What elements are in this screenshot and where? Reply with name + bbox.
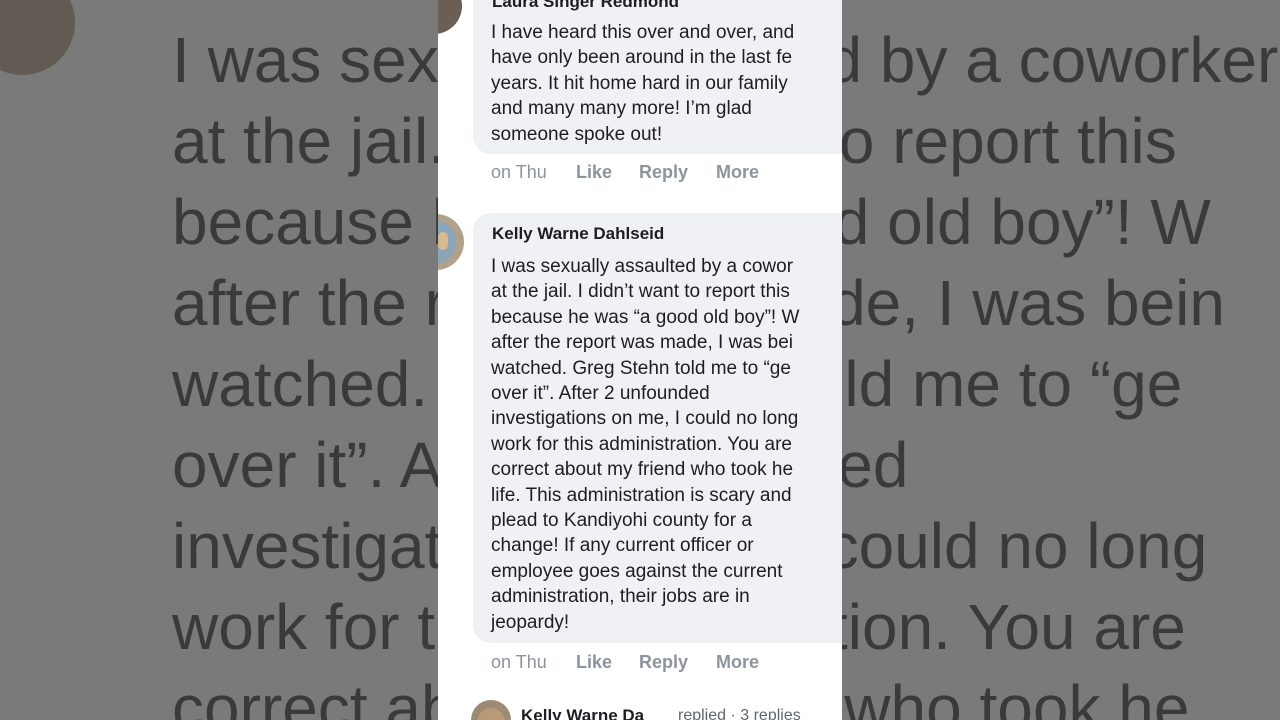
comment-line: work for this administration. You are [491,433,792,455]
avatar[interactable] [438,214,464,270]
reply-button[interactable]: Reply [639,162,716,183]
comment-author[interactable]: Kelly Warne Dahlseid [492,224,664,244]
comment-line: at the jail. I didn’t want to report thi… [491,281,790,303]
like-button[interactable]: Like [576,162,639,183]
reply-count: replied · 3 replies [678,707,801,720]
comment-timestamp: on Thu [491,162,547,182]
comment-line: investigations on me, I could no long [491,408,799,430]
comment-author[interactable]: Laura Singer Redmond [492,0,679,12]
avatar-photo-detail [438,232,448,250]
comment-text: I was sexually assaulted by a cowor at t… [491,254,799,635]
comment-text: I have heard this over and over, and hav… [491,20,794,147]
reply-button[interactable]: Reply [639,652,716,673]
comment-line: watched. Greg Stehn told me to “ge [491,357,791,379]
comment-line: over it”. After 2 unfounded [491,383,710,405]
comment-line: I was sexually assaulted by a cowor [491,256,794,277]
comment-line: and many many more! I’m glad [491,98,752,120]
comment-line: someone spoke out! [491,123,663,145]
avatar-photo [477,708,505,720]
comment-bubble: Kelly Warne Dahlseid I was sexually assa… [473,213,842,643]
more-button[interactable]: More [716,652,759,673]
avatar[interactable] [438,0,462,34]
avatar [471,700,511,720]
comment-line: employee goes against the current [491,560,783,582]
comment-line: I have heard this over and over, and [491,22,795,43]
comment-line: have only been around in the last fe [491,47,793,69]
comment-line: jeopardy! [491,611,570,633]
comment-line: after the report was made, I was bei [491,332,794,354]
like-button[interactable]: Like [576,652,639,673]
comment-line: because he was “a good old boy”! W [491,306,800,328]
comment-line: plead to Kandiyohi county for a [491,510,752,532]
reply-author: Kelly Warne Da [521,706,645,720]
comment-line: years. It hit home hard in our family [491,72,788,94]
comment-actions: on Thu Like Reply More [491,162,759,183]
comment-line: administration, their jobs are in [491,586,750,608]
comment-actions: on Thu Like Reply More [491,652,759,673]
comment-thread: Laura Singer Redmond I have heard this o… [438,0,842,720]
comment-line: life. This administration is scary and [491,484,792,506]
replies-preview[interactable]: Kelly Warne Da replied · 3 replies [471,700,842,720]
comment-bubble: Laura Singer Redmond I have heard this o… [473,0,842,154]
comment-timestamp: on Thu [491,652,547,672]
comment-line: change! If any current officer or [491,535,754,557]
more-button[interactable]: More [716,162,759,183]
comment-line: correct about my friend who took he [491,459,794,481]
